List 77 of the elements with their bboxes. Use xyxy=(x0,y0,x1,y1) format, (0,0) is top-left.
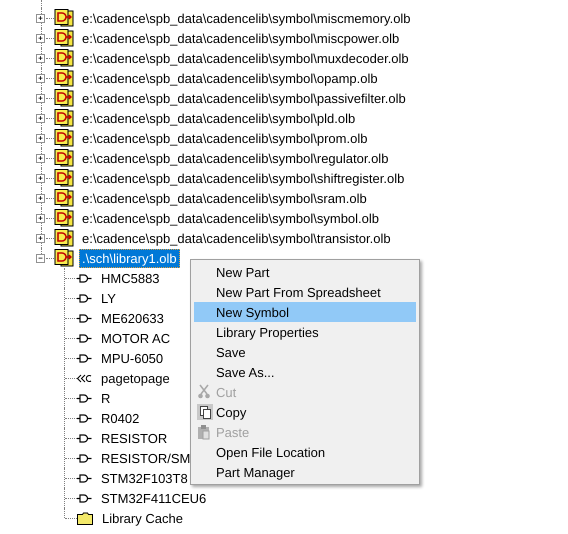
copy-icon xyxy=(197,404,213,420)
part-name[interactable]: R0402 xyxy=(101,410,140,426)
part-name[interactable]: MPU-6050 xyxy=(101,350,164,366)
offpage-connector-icon xyxy=(77,374,92,382)
library-name[interactable]: e:\cadence\spb_data\cadencelib\symbol\miscpower.olb xyxy=(79,28,402,48)
expand-icon[interactable] xyxy=(36,54,45,62)
library-name[interactable]: e:\cadence\spb_data\cadencelib\symbol\sram.olb xyxy=(79,188,370,208)
part-name[interactable]: HMC5883 xyxy=(101,270,160,286)
part-name[interactable]: pagetopage xyxy=(101,370,170,386)
expand-icon[interactable] xyxy=(36,94,45,102)
part-icon xyxy=(77,474,92,482)
part-icon xyxy=(77,274,92,282)
menu-item[interactable]: Part Manager xyxy=(194,462,416,482)
scissors-icon xyxy=(197,384,211,399)
library-icon xyxy=(54,9,74,27)
expand-icon[interactable] xyxy=(36,134,45,142)
part-icon xyxy=(77,294,92,302)
library-name[interactable]: e:\cadence\spb_data\cadencelib\symbol\shiftregister.olb xyxy=(79,168,408,188)
library-icon xyxy=(54,249,74,267)
library-icon xyxy=(54,109,74,127)
part-icon xyxy=(77,414,92,422)
expand-icon[interactable] xyxy=(36,114,45,122)
part-icon xyxy=(77,434,92,442)
part-name[interactable]: R xyxy=(101,390,110,406)
menu-item[interactable]: New Part xyxy=(194,262,416,282)
part-name[interactable]: RESISTOR xyxy=(101,430,168,446)
part-name[interactable]: ME620633 xyxy=(101,310,164,326)
library-icon xyxy=(54,69,74,87)
menu-item[interactable]: New Part From Spreadsheet xyxy=(194,282,416,302)
collapse-icon[interactable] xyxy=(36,254,45,262)
library-icon xyxy=(54,229,74,247)
library-name[interactable]: e:\cadence\spb_data\cadencelib\symbol\symbol.olb xyxy=(79,208,382,228)
part-name[interactable]: LY xyxy=(101,290,116,306)
library-name[interactable]: e:\cadence\spb_data\cadencelib\symbol\muxdecoder.olb xyxy=(79,48,412,68)
clipboard-icon xyxy=(197,424,211,440)
part-icon xyxy=(77,314,92,322)
library-icon xyxy=(54,169,74,187)
expand-icon[interactable] xyxy=(36,174,45,182)
expand-icon[interactable] xyxy=(36,214,45,222)
part-icon xyxy=(77,334,92,342)
library-name[interactable]: .\sch\library1.olb xyxy=(79,248,180,268)
menu-item[interactable]: Open File Location xyxy=(194,442,416,462)
part-icon xyxy=(77,354,92,362)
expand-icon[interactable] xyxy=(36,74,45,82)
menu-item[interactable]: Save As... xyxy=(194,362,416,382)
expand-icon[interactable] xyxy=(36,34,45,42)
part-icon xyxy=(77,454,92,462)
library-icon xyxy=(54,209,74,227)
part-name[interactable]: RESISTOR/SM xyxy=(101,450,190,466)
library-icon xyxy=(54,129,74,147)
menu-item[interactable]: Save xyxy=(194,342,416,362)
part-name[interactable]: STM32F103T8 xyxy=(101,470,188,486)
part-name[interactable]: STM32F411CEU6 xyxy=(101,490,206,506)
library-icon xyxy=(54,89,74,107)
library-name[interactable]: e:\cadence\spb_data\cadencelib\symbol\regulator.olb xyxy=(79,148,392,168)
expand-icon[interactable] xyxy=(36,194,45,202)
part-name[interactable]: Library Cache xyxy=(102,510,183,526)
library-icon xyxy=(54,49,74,67)
library-name[interactable]: e:\cadence\spb_data\cadencelib\symbol\pld.olb xyxy=(79,108,358,128)
folder-icon xyxy=(77,512,93,524)
library-icon xyxy=(54,189,74,207)
menu-item[interactable]: Copy xyxy=(194,402,416,422)
library-name[interactable]: e:\cadence\spb_data\cadencelib\symbol\miscmemory.olb xyxy=(79,8,414,28)
expand-icon[interactable] xyxy=(36,14,45,22)
part-icon xyxy=(77,494,92,502)
library-name[interactable]: e:\cadence\spb_data\cadencelib\symbol\prom.olb xyxy=(79,128,370,148)
menu-item[interactable]: New Symbol xyxy=(194,302,416,322)
library-name[interactable]: e:\cadence\spb_data\cadencelib\symbol\transistor.olb xyxy=(79,228,394,248)
library-icon xyxy=(54,29,74,47)
menu-item[interactable]: Library Properties xyxy=(194,322,416,342)
library-icon xyxy=(54,149,74,167)
expand-icon[interactable] xyxy=(36,234,45,242)
part-icon xyxy=(77,394,92,402)
library-name[interactable]: e:\cadence\spb_data\cadencelib\symbol\passivefilter.olb xyxy=(79,88,409,108)
expand-icon[interactable] xyxy=(36,154,45,162)
library-name[interactable]: e:\cadence\spb_data\cadencelib\symbol\opamp.olb xyxy=(79,68,381,88)
part-name[interactable]: MOTOR AC xyxy=(101,330,170,346)
